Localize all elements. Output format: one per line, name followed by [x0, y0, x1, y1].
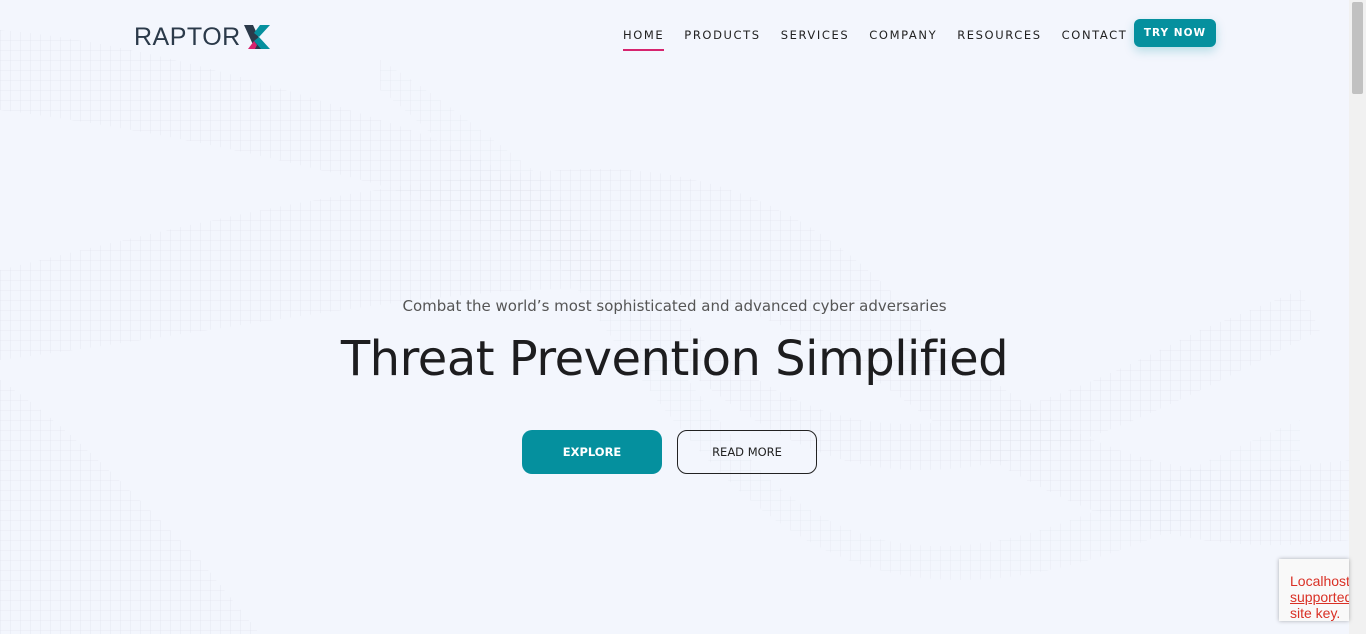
recaptcha-badge: Localhost supported site key. — [1279, 559, 1349, 621]
brand-x-mark-icon — [243, 25, 270, 49]
scrollbar-thumb[interactable] — [1352, 2, 1363, 94]
recaptcha-error-line-3: site key. — [1290, 605, 1341, 621]
hero-title: Threat Prevention Simplified — [340, 331, 1009, 387]
nav-item-services[interactable]: SERVICES — [781, 28, 850, 50]
brand-name: RAPTOR — [134, 22, 241, 51]
wireframe-wave-background — [0, 30, 1349, 634]
recaptcha-error-line-1: Localhost — [1290, 573, 1349, 589]
explore-button[interactable]: EXPLORE — [522, 430, 662, 474]
nav-item-contact[interactable]: CONTACT — [1062, 28, 1128, 50]
page-scrollbar[interactable] — [1349, 0, 1366, 634]
try-now-button[interactable]: TRY NOW — [1134, 19, 1216, 47]
read-more-button[interactable]: READ MORE — [677, 430, 817, 474]
recaptcha-error-link[interactable]: supported — [1290, 589, 1349, 605]
nav-item-home[interactable]: HOME — [623, 28, 665, 51]
nav-item-products[interactable]: PRODUCTS — [684, 28, 760, 50]
hero-subtitle: Combat the world’s most sophisticated an… — [402, 297, 947, 315]
nav-item-company[interactable]: COMPANY — [869, 28, 937, 50]
nav-item-resources[interactable]: RESOURCES — [957, 28, 1041, 50]
header: RAPTOR HOME PRODUCTS SERVICES COMPANY RE… — [0, 0, 1349, 70]
brand-logo[interactable]: RAPTOR — [134, 22, 272, 52]
main-nav: HOME PRODUCTS SERVICES COMPANY RESOURCES… — [623, 28, 1147, 51]
